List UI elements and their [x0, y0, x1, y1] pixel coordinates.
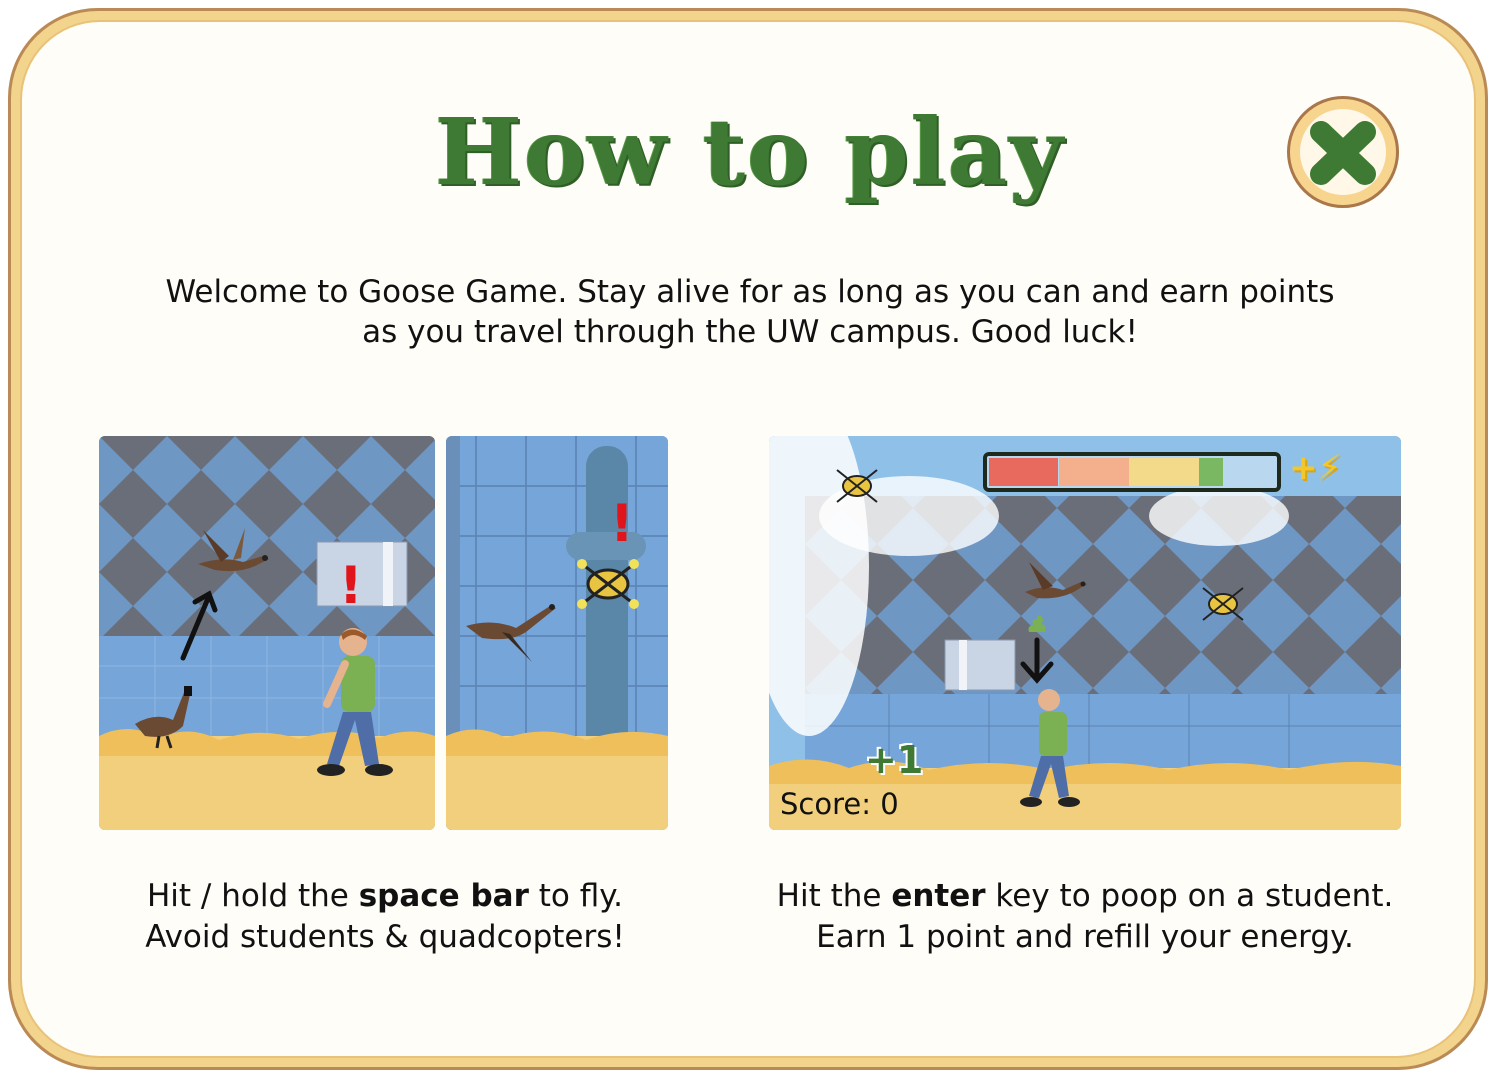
page-title: How to play	[435, 98, 1065, 206]
quadcopter-icon	[836, 469, 878, 503]
close-button[interactable]	[1287, 96, 1399, 208]
energy-refill-indicator: +⚡	[1289, 448, 1342, 488]
x-icon	[1310, 121, 1376, 185]
fly-caption: Hit / hold the space bar to fly. Avoid s…	[100, 876, 670, 958]
poop-caption-line-1: Hit the enter key to poop on a student.	[769, 876, 1401, 917]
energy-bar	[983, 452, 1281, 492]
exclaim-alert: !	[610, 494, 634, 554]
goose-flying-icon	[466, 604, 556, 662]
energy-bar-fill	[989, 458, 1058, 486]
up-arrow-icon	[180, 590, 218, 661]
fly-caption-pre: Hit / hold the	[146, 878, 359, 914]
score-label: Score: 0	[780, 787, 899, 821]
fly-caption-line-1: Hit / hold the space bar to fly.	[100, 876, 670, 917]
student-walking-icon	[317, 628, 393, 776]
poop-caption: Hit the enter key to poop on a student. …	[769, 876, 1401, 958]
intro-line-1: Welcome to Goose Game. Stay alive for as…	[165, 274, 1335, 310]
student-walking-icon	[1020, 689, 1080, 807]
poop-caption-post: key to poop on a student.	[985, 878, 1394, 914]
goose-standing-icon	[135, 686, 192, 749]
quadcopter-icon	[577, 559, 639, 609]
goose-flying-icon	[1025, 562, 1087, 599]
plus-one-indicator: +1	[865, 738, 924, 782]
down-arrow-icon	[1020, 637, 1054, 684]
fly-caption-post: to fly.	[528, 878, 623, 914]
intro-text: Welcome to Goose Game. Stay alive for as…	[150, 272, 1350, 352]
quadcopter-icon	[1202, 587, 1244, 621]
goose-flying-icon	[198, 528, 269, 572]
space-bar-key: space bar	[358, 878, 529, 914]
fly-scene-left: !	[99, 436, 435, 830]
exclaim-alert: !	[339, 556, 363, 616]
intro-line-2: as you travel through the UW campus. Goo…	[362, 314, 1138, 350]
poop-caption-line-2: Earn 1 point and refill your energy.	[816, 919, 1354, 955]
fly-scene-right: !	[446, 436, 668, 830]
poop-scene: +⚡ +1 Score: 0	[769, 436, 1401, 830]
fly-caption-line-2: Avoid students & quadcopters!	[145, 919, 625, 955]
poop-caption-pre: Hit the	[776, 878, 892, 914]
enter-key: enter	[891, 878, 986, 914]
poop-icon	[1028, 615, 1046, 632]
